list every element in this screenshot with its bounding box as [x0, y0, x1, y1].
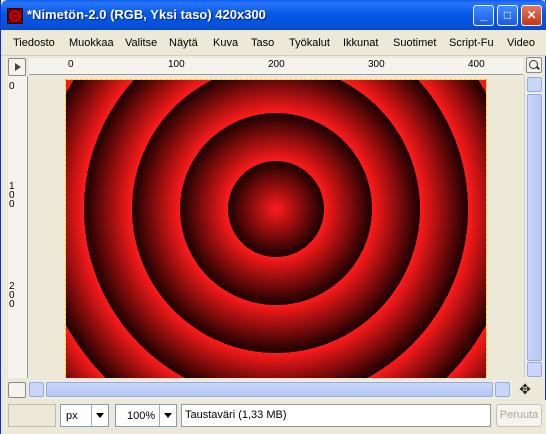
zoom-select[interactable]: 100%	[115, 404, 177, 427]
menu-image[interactable]: Kuva	[213, 37, 238, 49]
title-bar[interactable]: *Nimetön-2.0 (RGB, Yksi taso) 420x300 _ …	[1, 0, 546, 30]
menu-video[interactable]: Video	[507, 37, 535, 49]
hruler-label: 300	[368, 59, 385, 70]
image-canvas[interactable]	[65, 79, 487, 378]
status-message: Taustaväri (1,33 MB)	[181, 404, 491, 427]
navigate-icon[interactable]: ✥	[508, 382, 542, 398]
quick-mask-toggle[interactable]	[8, 382, 26, 398]
hruler-label: 200	[268, 59, 285, 70]
hruler-label: 400	[468, 59, 485, 70]
gimp-image-window: *Nimetön-2.0 (RGB, Yksi taso) 420x300 _ …	[0, 0, 546, 434]
scroll-up-arrow[interactable]	[527, 77, 542, 92]
horizontal-scroll-thumb[interactable]	[46, 382, 493, 397]
vruler-label: 200	[9, 281, 15, 310]
chevron-down-icon[interactable]	[159, 405, 176, 426]
vruler-label: 100	[9, 181, 15, 210]
cancel-button[interactable]: Peruuta	[496, 404, 542, 427]
unit-select[interactable]: px	[60, 404, 109, 427]
scroll-down-arrow[interactable]	[527, 362, 542, 377]
image-menu-button[interactable]	[8, 58, 26, 76]
menu-script-fu[interactable]: Script-Fu	[449, 37, 494, 49]
horizontal-scrollbar[interactable]	[29, 380, 512, 399]
vertical-scroll-thumb[interactable]	[527, 94, 542, 361]
menu-select[interactable]: Valitse	[125, 37, 157, 49]
maximize-button[interactable]: □	[497, 5, 518, 26]
close-button[interactable]: ✕	[521, 5, 542, 26]
menu-bar: Tiedosto Muokkaa Valitse Näytä Kuva Taso…	[1, 30, 546, 56]
hruler-label: 0	[68, 59, 74, 70]
image-thumbnail-icon[interactable]	[7, 8, 23, 24]
menu-layer[interactable]: Taso	[251, 37, 274, 49]
vruler-label: 0	[9, 81, 15, 92]
chevron-down-icon[interactable]	[91, 405, 108, 426]
menu-edit[interactable]: Muokkaa	[69, 37, 114, 49]
scroll-left-arrow[interactable]	[29, 382, 44, 397]
zoom-toggle-icon[interactable]	[526, 57, 542, 73]
menu-windows[interactable]: Ikkunat	[343, 37, 378, 49]
vertical-ruler[interactable]: 0 100 200	[8, 76, 28, 378]
menu-view[interactable]: Näytä	[169, 37, 198, 49]
zoom-value: 100%	[127, 410, 156, 422]
menu-filters[interactable]: Suotimet	[393, 37, 436, 49]
horizontal-ruler[interactable]: 0 100 200 300 400	[29, 58, 523, 75]
menu-tools[interactable]: Työkalut	[289, 37, 330, 49]
canvas-area[interactable]	[29, 76, 523, 378]
menu-file[interactable]: Tiedosto	[13, 37, 55, 49]
unit-value: px	[66, 410, 78, 422]
hruler-label: 100	[168, 59, 185, 70]
vertical-scrollbar[interactable]	[524, 76, 543, 378]
status-text: Taustaväri (1,33 MB)	[185, 409, 287, 421]
pointer-coordinates	[8, 404, 56, 427]
window-title: *Nimetön-2.0 (RGB, Yksi taso) 420x300	[27, 7, 266, 22]
minimize-button[interactable]: _	[473, 5, 494, 26]
